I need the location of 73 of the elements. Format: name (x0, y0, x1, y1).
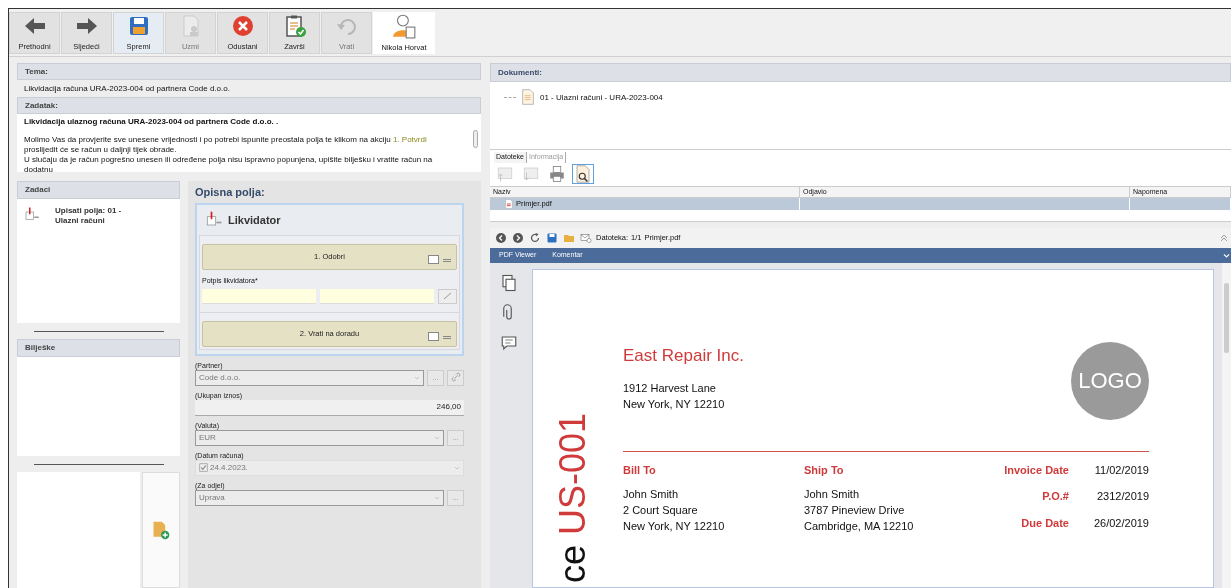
field-value: Code d.o.o. (199, 371, 241, 384)
tree-item[interactable]: 01 - Ulazni računi - URA-2023-004 (540, 92, 663, 104)
save-icon (546, 231, 558, 244)
dropdown-icon (434, 494, 440, 501)
document-search-icon (574, 165, 592, 183)
previous-icon (495, 231, 507, 244)
section-header: Dokumenti: (490, 63, 1231, 82)
dropdown[interactable]: Code d.o.o. (195, 369, 424, 386)
toolbar-button[interactable] (528, 230, 542, 245)
address-line: New York, NY 12210 (623, 518, 726, 534)
checkbox[interactable] (199, 463, 208, 472)
collapse-icon (1219, 232, 1229, 243)
add-file-button[interactable] (142, 472, 180, 588)
meta-label: Due Date (1020, 515, 1069, 531)
invoice-title: ce US-001 (552, 412, 591, 583)
toolbar-button[interactable] (572, 164, 594, 184)
email-icon (580, 231, 592, 244)
next-icon (512, 231, 524, 244)
task-title: Likvidacija ulaznog računa URA-2023-004 od partnera Code d.o.o. . (24, 117, 280, 127)
document-icon (520, 88, 536, 106)
input-field[interactable]: 246,00 (195, 399, 464, 416)
checkbox[interactable] (428, 331, 439, 341)
meta-label: Invoice Date (1003, 462, 1069, 478)
meta-value: 26/02/2019 (1092, 515, 1149, 531)
meta-value: 11/02/2019 (1093, 462, 1149, 478)
field-value: Uprava (199, 491, 225, 504)
address-line: 3787 Pineview Drive (804, 502, 906, 518)
address-line: John Smith (804, 486, 861, 502)
company-name: East Repair Inc. (623, 345, 744, 366)
section-header: Tema: (17, 63, 481, 80)
refresh-icon (529, 231, 541, 244)
address-line: 1912 Harvest Lane (623, 380, 717, 396)
meta-label: P.O.# (1041, 489, 1069, 505)
dropdown[interactable]: EUR (195, 429, 444, 446)
task-paragraph: Molimo Vas da provjerite sve unesene vrijednosti i po potrebi ispunite preostala polja te klikom na akciju 1. Potvrdi proslijedit će se račun u daljnji tijek obrade. (24, 135, 428, 155)
address-line: John Smith (623, 486, 680, 502)
link-icon (450, 372, 461, 383)
section-header: Zadaci (17, 181, 180, 199)
subject-text: Likvidacija računa URA-2023-004 od partnera Code d.o.o. (24, 82, 230, 95)
date-field[interactable]: 24.4.2023. (195, 459, 464, 476)
cancel-icon (230, 13, 255, 38)
comment-icon (500, 333, 518, 352)
address-line: 2 Court Square (623, 502, 699, 518)
meta-value: 2312/2019 (1096, 489, 1149, 505)
link-button[interactable] (447, 369, 464, 386)
section-header: Zadatak: (17, 97, 481, 114)
dropdown-icon (454, 464, 460, 471)
scrollbar[interactable] (1222, 262, 1231, 588)
dropdown-icon (414, 374, 420, 381)
printer-icon (548, 165, 566, 183)
add-file-icon (151, 520, 171, 540)
address-line: New York, NY 12210 (623, 396, 726, 412)
group-title: Likvidator (228, 212, 281, 228)
panel-title: Opisna polja: (195, 184, 266, 200)
move-up-icon (496, 165, 514, 183)
pages-icon (500, 273, 518, 292)
toolbar-button[interactable] (511, 230, 525, 245)
toolbar-button[interactable] (494, 230, 508, 245)
logo: LOGO (1071, 341, 1149, 420)
field-value: EUR (199, 431, 216, 444)
task-paragraph: U slučaju da je račun pogrešno unesen ili određene polja nisu ispravno popunjena, upišite bilješku i vratite račun na dodatnu (24, 155, 434, 172)
dropdown[interactable]: Uprava (195, 489, 444, 506)
field-value: 24.4.2023. (210, 461, 248, 474)
checkbox[interactable] (428, 255, 439, 264)
section-header: Bilješke (17, 339, 180, 357)
input-field[interactable] (202, 288, 316, 304)
address-line: Cambridge, MA 12210 (804, 518, 915, 534)
input-field[interactable] (320, 288, 434, 304)
move-down-icon (522, 165, 540, 183)
column-heading: Ship To (804, 462, 845, 478)
dropdown-icon (434, 434, 440, 441)
column-heading: Bill To (623, 462, 657, 478)
signature-button[interactable] (438, 288, 457, 304)
